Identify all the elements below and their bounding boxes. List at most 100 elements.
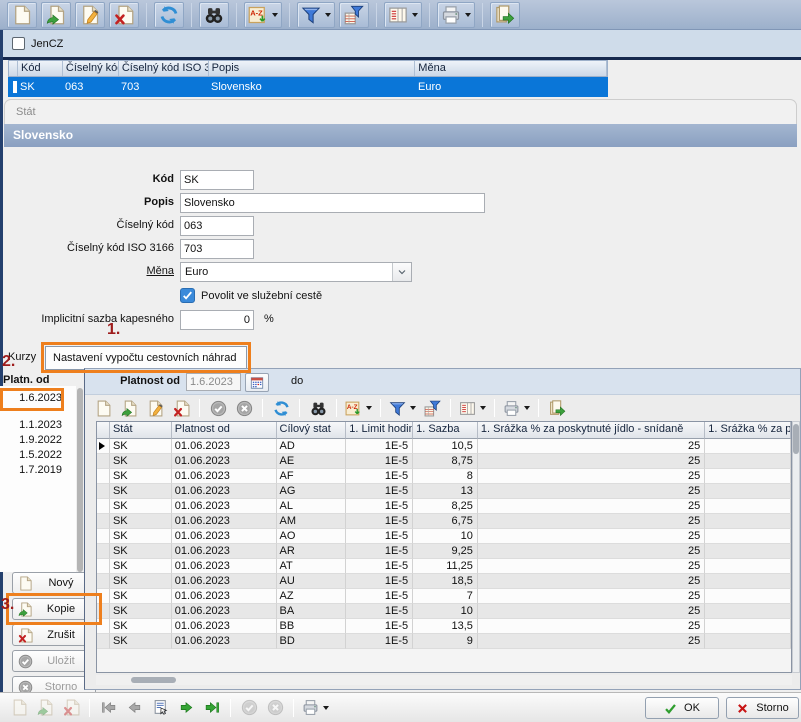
povolit-checkbox[interactable]	[180, 288, 195, 303]
column-header[interactable]: 1. Srážka % za pos	[705, 422, 791, 439]
print-button[interactable]	[300, 697, 331, 719]
tab-nastaveni-nahrad[interactable]: Nastavení vypočtu cestovních náhrad	[45, 346, 247, 370]
ciselny-kod-input[interactable]	[180, 216, 254, 236]
table-row[interactable]: SK01.06.2023AF1E-5825	[97, 469, 791, 484]
table-cell	[705, 469, 791, 484]
column-header[interactable]: Platnost od	[172, 422, 277, 439]
column-header[interactable]: Měna	[415, 61, 607, 76]
table-row[interactable]: SK01.06.2023AO1E-51025	[97, 529, 791, 544]
scrollbar-thumb[interactable]	[131, 677, 176, 683]
sazba-input[interactable]	[180, 310, 254, 330]
calendar-button[interactable]	[245, 373, 269, 392]
table-cell	[705, 604, 791, 619]
table-row[interactable]: SK01.06.2023AM1E-56,7525	[97, 514, 791, 529]
column-header[interactable]: Číselný kód	[63, 61, 119, 76]
cancel-button[interactable]	[232, 397, 256, 419]
copy-record-button[interactable]	[33, 697, 57, 719]
columns-button[interactable]	[384, 2, 422, 28]
countries-selected-row[interactable]: SK063703SlovenskoEuro	[8, 77, 608, 97]
filter-button[interactable]	[387, 397, 418, 419]
edit-record-button[interactable]	[143, 397, 167, 419]
new-record-button[interactable]	[7, 697, 31, 719]
date-list-item-selected[interactable]: 1.6.2023	[2, 392, 62, 404]
mena-select[interactable]: Euro	[180, 262, 412, 282]
table-row[interactable]: SK01.06.2023AZ1E-5725	[97, 589, 791, 604]
page-new-icon	[18, 576, 33, 591]
export-button[interactable]	[545, 397, 569, 419]
confirm-button[interactable]	[237, 697, 261, 719]
confirm-button[interactable]	[206, 397, 230, 419]
table-row[interactable]: SK01.06.2023AG1E-51325	[97, 484, 791, 499]
dates-scrollbar[interactable]	[77, 388, 83, 572]
table-row[interactable]: SK01.06.2023AT1E-511,2525	[97, 559, 791, 574]
new-record-button[interactable]	[91, 397, 115, 419]
rates-horizontal-scrollbar[interactable]	[96, 675, 792, 685]
scrollbar-thumb[interactable]	[793, 424, 799, 454]
sort-az-button[interactable]: A-Z	[343, 397, 374, 419]
table-cell: 25	[478, 634, 705, 649]
new-document-button[interactable]	[7, 2, 37, 28]
print-button[interactable]	[437, 2, 475, 28]
last-record-button[interactable]	[200, 697, 224, 719]
column-header[interactable]: 1. Srážka % za poskytnuté jídlo - snídan…	[478, 422, 705, 439]
check-icon	[182, 290, 193, 301]
delete-record-button[interactable]	[59, 697, 83, 719]
table-cell: AT	[277, 559, 347, 574]
print-button[interactable]	[501, 397, 532, 419]
row-marker-cell	[97, 559, 110, 574]
popis-input[interactable]	[180, 193, 485, 213]
filter-button[interactable]	[297, 2, 335, 28]
table-row[interactable]: SK01.06.2023AL1E-58,2525	[97, 499, 791, 514]
date-list-item[interactable]: 1.9.2022	[2, 434, 62, 446]
record-list-button[interactable]	[148, 697, 172, 719]
filter-advanced-button[interactable]	[420, 397, 444, 419]
ok-button[interactable]: OK	[645, 697, 719, 719]
cancel-button[interactable]	[263, 697, 287, 719]
copy-record-button[interactable]	[41, 2, 71, 28]
column-header[interactable]: Stát	[110, 422, 172, 439]
date-list-item[interactable]: 1.7.2019	[2, 464, 62, 476]
storno-button[interactable]: Storno	[726, 697, 799, 719]
column-header[interactable]: Kód	[18, 61, 63, 76]
column-header[interactable]: Cílový stat	[277, 422, 347, 439]
table-row[interactable]: SK01.06.2023BA1E-51025	[97, 604, 791, 619]
previous-record-button[interactable]	[122, 697, 146, 719]
row-marker-cell	[97, 484, 110, 499]
table-row[interactable]: SK01.06.2023BB1E-513,525	[97, 619, 791, 634]
kod-input[interactable]	[180, 170, 254, 190]
delete-record-button[interactable]	[109, 2, 139, 28]
edit-record-button[interactable]	[75, 2, 105, 28]
jencz-checkbox[interactable]	[12, 37, 25, 50]
table-row[interactable]: SK01.06.2023AD1E-510,525	[97, 439, 791, 454]
refresh-button[interactable]	[154, 2, 184, 28]
rates-vertical-scrollbar[interactable]	[792, 421, 800, 673]
date-list-item[interactable]: 1.5.2022	[2, 449, 62, 461]
search-button[interactable]	[199, 2, 229, 28]
table-cell: 1E-5	[346, 439, 413, 454]
mena-label[interactable]: Měna	[4, 265, 174, 277]
table-row[interactable]: SK01.06.2023BD1E-5925	[97, 634, 791, 649]
filter-advanced-button[interactable]	[339, 2, 369, 28]
delete-record-button[interactable]	[169, 397, 193, 419]
column-header[interactable]: 1. Sazba	[413, 422, 478, 439]
table-row[interactable]: SK01.06.2023AR1E-59,2525	[97, 544, 791, 559]
table-cell: 01.06.2023	[172, 589, 277, 604]
search-button[interactable]	[306, 397, 330, 419]
columns-button[interactable]	[457, 397, 488, 419]
mena-dropdown-button[interactable]	[392, 263, 411, 281]
column-header[interactable]: 1. Limit hodin	[346, 422, 413, 439]
table-row[interactable]: SK01.06.2023AU1E-518,525	[97, 574, 791, 589]
column-header[interactable]: Číselný kód ISO 3166	[119, 61, 209, 76]
first-record-button[interactable]	[96, 697, 120, 719]
copy-record-button[interactable]	[117, 397, 141, 419]
table-row[interactable]: SK01.06.2023AE1E-58,7525	[97, 454, 791, 469]
column-header[interactable]: Popis	[209, 61, 416, 76]
sort-az-button[interactable]: A-Z	[244, 2, 282, 28]
date-list-item[interactable]: 1.1.2023	[2, 419, 62, 431]
page-new-icon	[12, 5, 32, 25]
export-button[interactable]	[490, 2, 520, 28]
next-record-button[interactable]	[174, 697, 198, 719]
iso-kod-input[interactable]	[180, 239, 254, 259]
refresh-button[interactable]	[269, 397, 293, 419]
platnost-od-input[interactable]	[186, 373, 241, 391]
